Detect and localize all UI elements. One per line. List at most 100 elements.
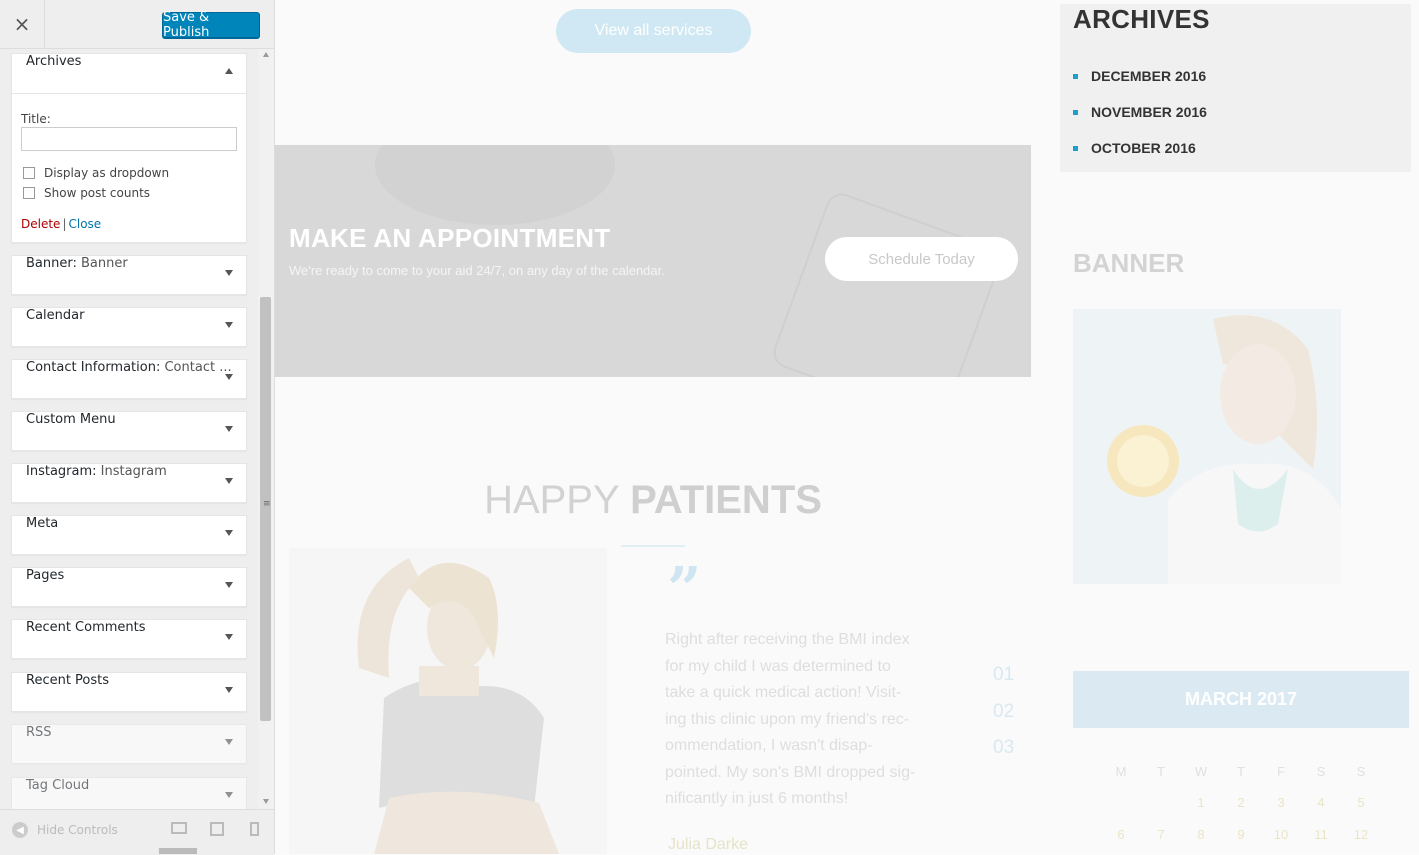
widget-pages[interactable]: Pages [11, 567, 247, 607]
calendar-day[interactable]: 4 [1301, 795, 1341, 810]
testimonial-line: ing this clinic upon my friend's rec- [665, 710, 910, 728]
close-customizer-button[interactable]: × [0, 0, 45, 48]
widget-name: Recent Comments [26, 620, 146, 635]
appointment-subtitle: We're ready to come to your aid 24/7, on… [289, 263, 665, 278]
calendar-month-title: MARCH 2017 [1073, 671, 1409, 728]
widget-name: RSS [26, 725, 52, 740]
mobile-preview-icon[interactable] [250, 822, 259, 836]
display-dropdown-option[interactable]: Display as dropdown [23, 166, 169, 180]
calendar-day[interactable]: 8 [1181, 827, 1221, 842]
expand-arrow-icon[interactable] [225, 270, 233, 276]
scroll-down-icon[interactable] [263, 799, 269, 804]
close-icon: × [13, 12, 31, 36]
calendar-day[interactable]: 12 [1341, 827, 1381, 842]
post-counts-option[interactable]: Show post counts [23, 186, 150, 200]
testimonial-page-3[interactable]: 03 [993, 737, 1014, 759]
widget-name: Banner: [26, 256, 77, 271]
delete-link[interactable]: Delete [21, 217, 60, 231]
calendar-day[interactable]: 6 [1101, 827, 1141, 842]
calendar-day[interactable]: 11 [1301, 827, 1341, 842]
divider [12, 93, 246, 94]
widget-custom-menu[interactable]: Custom Menu [11, 411, 247, 451]
calendar-day[interactable]: 9 [1221, 827, 1261, 842]
scroll-up-icon[interactable] [263, 52, 269, 57]
archives-widget-preview: ARCHIVES DECEMBER 2016 NOVEMBER 2016 OCT… [1060, 4, 1411, 172]
schedule-today-button[interactable]: Schedule Today [825, 237, 1018, 281]
banner-image[interactable] [1073, 309, 1341, 584]
testimonial-page-2[interactable]: 02 [993, 701, 1014, 723]
testimonial-line: take a quick medical action! Visit- [665, 684, 902, 701]
desktop-preview-icon[interactable] [171, 822, 187, 834]
heading-underline [621, 545, 685, 547]
widget-tag-cloud[interactable]: Tag Cloud [11, 777, 247, 809]
background-shape [769, 189, 1005, 377]
happy-patients-heading: HAPPY PATIENTS [275, 478, 1031, 523]
site-preview: View all services MAKE AN APPOINTMENT We… [275, 0, 1419, 854]
widget-recent-posts[interactable]: Recent Posts [11, 672, 247, 712]
widget-archives: Archives Title: Display as dropdown Show… [11, 53, 247, 243]
calendar-weekday: S [1356, 764, 1366, 779]
calendar-day[interactable]: 7 [1141, 827, 1181, 842]
widget-name: Instagram: [26, 464, 97, 479]
hide-controls-icon[interactable]: ◀ [12, 822, 28, 838]
widget-name: Recent Posts [26, 673, 110, 688]
customizer-footer: ◀ Hide Controls [0, 809, 274, 855]
scrollbar-thumb[interactable]: ≡ [260, 297, 271, 721]
close-link[interactable]: Close [68, 217, 101, 231]
dropdown-checkbox[interactable] [23, 167, 35, 179]
save-publish-button[interactable]: Save & Publish [162, 10, 260, 40]
calendar-day[interactable]: 3 [1261, 795, 1301, 810]
calendar-day[interactable]: 5 [1341, 795, 1381, 810]
widget-contact-information[interactable]: Contact Information: Contact ... [11, 359, 247, 399]
widget-recent-comments[interactable]: Recent Comments [11, 619, 247, 659]
tablet-preview-icon[interactable] [210, 822, 224, 836]
post-counts-checkbox[interactable] [23, 187, 35, 199]
expand-arrow-icon[interactable] [225, 374, 233, 380]
expand-arrow-icon[interactable] [225, 582, 233, 588]
hide-controls-button[interactable]: Hide Controls [37, 823, 118, 837]
expand-arrow-icon[interactable] [225, 478, 233, 484]
widget-actions: Delete | Close [21, 217, 101, 231]
title-label: Title: [21, 112, 51, 126]
customizer-sidebar: × Save & Publish Archives Title: Display… [0, 0, 275, 855]
separator: | [62, 217, 67, 231]
testimonial-line: ommendation, I wasn't disap- [665, 737, 873, 754]
appointment-title: MAKE AN APPOINTMENT [289, 223, 611, 253]
expand-arrow-icon[interactable] [225, 426, 233, 432]
sidebar-scrollbar[interactable]: ≡ [258, 49, 274, 809]
archive-link-november-2016[interactable]: NOVEMBER 2016 [1073, 104, 1207, 120]
expand-arrow-icon[interactable] [225, 687, 233, 693]
collapse-arrow-icon[interactable] [225, 68, 233, 74]
calendar-day[interactable]: 10 [1261, 827, 1301, 842]
expand-arrow-icon[interactable] [225, 634, 233, 640]
widget-rss[interactable]: RSS [11, 724, 247, 764]
view-all-services-button[interactable]: View all services [556, 9, 751, 53]
appointment-banner: MAKE AN APPOINTMENT We're ready to come … [275, 145, 1031, 377]
expand-arrow-icon[interactable] [225, 530, 233, 536]
testimonial-author[interactable]: Julia Darke [668, 836, 748, 854]
calendar-weekday: F [1277, 764, 1285, 779]
title-input[interactable] [21, 127, 237, 151]
archive-link-december-2016[interactable]: DECEMBER 2016 [1073, 68, 1206, 84]
widget-list: Archives Title: Display as dropdown Show… [0, 49, 258, 809]
quote-icon: ” [667, 555, 702, 625]
widget-banner[interactable]: Banner: Banner [11, 255, 247, 295]
widget-name: Meta [26, 516, 59, 531]
archive-link-october-2016[interactable]: OCTOBER 2016 [1073, 140, 1196, 156]
widget-name: Pages [26, 568, 65, 583]
widget-title-archives[interactable]: Archives [26, 54, 81, 92]
widget-subtitle: Instagram [100, 464, 167, 479]
archive-link-label: DECEMBER 2016 [1091, 68, 1207, 84]
calendar-weekday: T [1157, 764, 1165, 779]
banner-title: BANNER [1073, 248, 1185, 278]
expand-arrow-icon[interactable] [225, 739, 233, 745]
calendar-day[interactable]: 1 [1181, 795, 1221, 810]
testimonial-line: Right after receiving the BMI index [665, 631, 910, 648]
widget-meta[interactable]: Meta [11, 515, 247, 555]
testimonial-page-1[interactable]: 01 [993, 664, 1014, 686]
expand-arrow-icon[interactable] [225, 792, 233, 798]
expand-arrow-icon[interactable] [225, 322, 233, 328]
widget-instagram[interactable]: Instagram: Instagram [11, 463, 247, 503]
calendar-day[interactable]: 2 [1221, 795, 1261, 810]
widget-calendar[interactable]: Calendar [11, 307, 247, 347]
